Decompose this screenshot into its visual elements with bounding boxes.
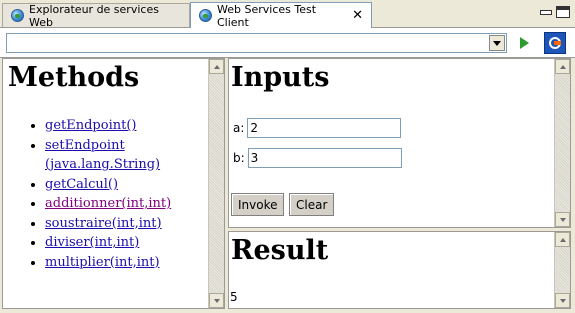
method-list-item: diviser(int,int) xyxy=(45,233,195,253)
tab-test-client[interactable]: Web Services Test Client ✕ xyxy=(190,2,372,29)
inputs-heading: Inputs xyxy=(231,62,330,93)
inputs-pane: Inputs a: b: Invoke Clear xyxy=(228,58,571,228)
method-list-item: getEndpoint() xyxy=(45,116,195,136)
scroll-up-icon[interactable] xyxy=(209,59,224,74)
result-heading: Result xyxy=(231,235,329,266)
method-link[interactable]: setEndpoint (java.lang.String) xyxy=(45,138,160,173)
tab-explorateur[interactable]: Explorateur de services Web xyxy=(2,2,190,29)
go-play-icon[interactable] xyxy=(517,36,531,50)
scroll-down-icon[interactable] xyxy=(555,293,570,308)
invoke-button[interactable]: Invoke xyxy=(231,193,284,216)
close-icon[interactable]: ✕ xyxy=(352,9,363,22)
inputs-scrollbar[interactable] xyxy=(554,59,570,227)
address-bar xyxy=(0,28,575,58)
methods-scrollbar[interactable] xyxy=(208,59,224,308)
methods-heading: Methods xyxy=(8,62,140,93)
scroll-up-icon[interactable] xyxy=(555,59,570,74)
method-link[interactable]: additionner(int,int) xyxy=(45,196,171,211)
field-b-row: b: xyxy=(233,148,402,168)
url-input[interactable] xyxy=(9,35,487,51)
globe-icon xyxy=(11,9,24,22)
method-link[interactable]: getCalcul() xyxy=(45,177,118,192)
tab-label: Explorateur de services Web xyxy=(29,2,159,29)
result-scrollbar[interactable] xyxy=(554,232,570,308)
field-a-input[interactable] xyxy=(247,118,402,138)
method-list-item: getCalcul() xyxy=(45,175,195,195)
result-pane: Result 5 xyxy=(228,231,571,309)
field-b-label: b: xyxy=(233,151,245,165)
method-link[interactable]: diviser(int,int) xyxy=(45,235,139,250)
method-list-item: multiplier(int,int) xyxy=(45,253,195,273)
method-list-item: setEndpoint (java.lang.String) xyxy=(45,136,195,175)
editor-tab-bar: Explorateur de services Web Web Services… xyxy=(0,0,575,29)
methods-list: getEndpoint() setEndpoint (java.lang.Stri… xyxy=(25,116,195,272)
scroll-down-icon[interactable] xyxy=(209,293,224,308)
scroll-down-icon[interactable] xyxy=(555,212,570,227)
scroll-up-icon[interactable] xyxy=(555,232,570,247)
external-browser-icon[interactable] xyxy=(544,32,566,54)
maximize-icon[interactable] xyxy=(556,6,570,18)
tab-label: Web Services Test Client xyxy=(217,2,317,29)
clear-button[interactable]: Clear xyxy=(289,193,334,216)
field-b-input[interactable] xyxy=(247,148,402,168)
result-value: 5 xyxy=(230,290,238,304)
field-a-row: a: xyxy=(233,118,402,138)
method-link[interactable]: getEndpoint() xyxy=(45,118,136,133)
methods-pane: Methods getEndpoint() setEndpoint (java.l… xyxy=(2,58,225,309)
field-a-label: a: xyxy=(233,121,245,135)
method-list-item: soustraire(int,int) xyxy=(45,214,195,234)
method-link[interactable]: multiplier(int,int) xyxy=(45,255,160,270)
globe-icon xyxy=(199,9,212,22)
url-combo[interactable] xyxy=(6,33,507,53)
method-list-item: additionner(int,int) xyxy=(45,194,195,214)
method-link[interactable]: soustraire(int,int) xyxy=(45,216,162,231)
dropdown-arrow-icon[interactable] xyxy=(489,35,505,51)
minimize-icon[interactable] xyxy=(538,6,552,18)
